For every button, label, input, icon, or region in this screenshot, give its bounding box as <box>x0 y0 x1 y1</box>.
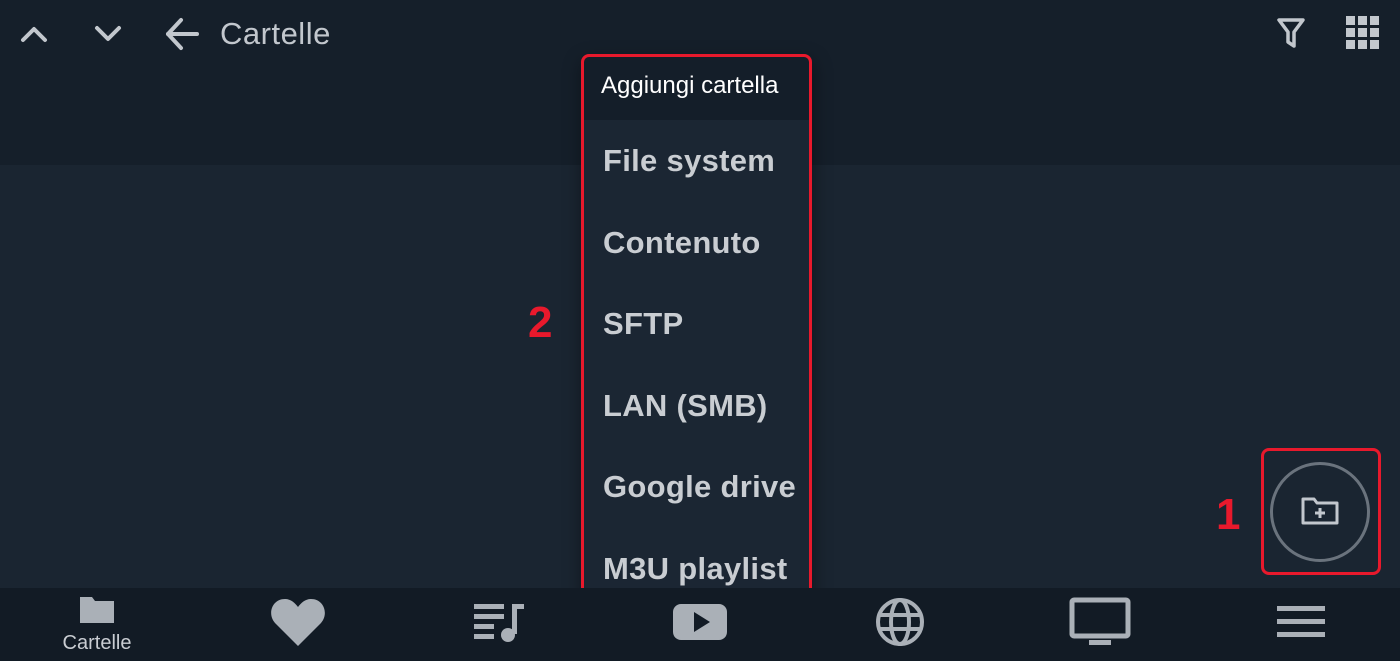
tv-icon <box>1069 597 1131 652</box>
folder-icon <box>78 595 116 630</box>
nav-item-cartelle[interactable]: Cartelle <box>47 588 147 661</box>
nav-item-web[interactable] <box>850 588 950 661</box>
nav-item-youtube[interactable] <box>650 588 750 661</box>
menu-item-file-system[interactable]: File system <box>583 120 812 202</box>
menu-header: Aggiungi cartella <box>583 56 812 120</box>
youtube-icon <box>671 601 729 648</box>
nav-item-tv[interactable] <box>1050 588 1150 661</box>
menu-item-contenuto[interactable]: Contenuto <box>583 202 812 284</box>
annotation-marker-1: 1 <box>1216 490 1241 539</box>
add-folder-menu: Aggiungi cartella File system Contenuto … <box>583 56 812 606</box>
chevron-down-icon[interactable] <box>90 16 126 52</box>
nav-item-favorites[interactable] <box>248 588 348 661</box>
annotation-marker-2: 2 <box>528 298 553 347</box>
globe-icon <box>874 596 926 653</box>
page-title: Cartelle <box>220 16 331 51</box>
nav-item-menu[interactable] <box>1251 588 1351 661</box>
menu-item-lan-smb[interactable]: LAN (SMB) <box>583 365 812 447</box>
folder-plus-icon <box>1300 494 1340 531</box>
nav-item-playlists[interactable] <box>450 588 550 661</box>
menu-item-sftp[interactable]: SFTP <box>583 283 812 365</box>
back-arrow-icon[interactable] <box>162 14 202 54</box>
grid-icon[interactable] <box>1343 13 1383 53</box>
nav-label-cartelle: Cartelle <box>62 631 132 654</box>
chevron-up-icon[interactable] <box>16 16 52 52</box>
menu-icon <box>1275 603 1327 646</box>
bottom-nav: Cartelle <box>0 588 1400 661</box>
filter-icon[interactable] <box>1272 14 1310 52</box>
menu-item-google-drive[interactable]: Google drive <box>583 446 812 528</box>
playlist-icon <box>472 600 528 649</box>
heart-icon <box>269 596 327 653</box>
add-folder-button[interactable] <box>1270 462 1370 562</box>
